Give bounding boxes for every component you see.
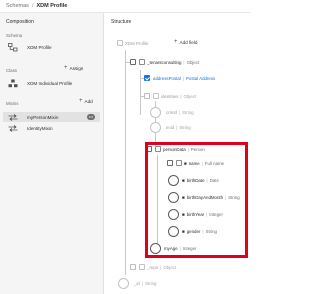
assign-class-button[interactable]: + Assign [64, 65, 84, 71]
mixin-label: myPersonMixin [27, 115, 59, 120]
field-name: _repo [147, 264, 159, 270]
tree-node-crmid[interactable]: crmId | String [166, 110, 194, 115]
assign-label: Assign [69, 66, 84, 71]
field-type: String [145, 281, 157, 286]
plus-icon: + [79, 98, 83, 104]
tree-node-id[interactable]: _id | String [134, 281, 156, 286]
breadcrumb-separator: / [31, 3, 34, 9]
field-radio[interactable] [118, 278, 129, 289]
field-name: crmId [166, 110, 177, 115]
mixin-item-identitymixin[interactable]: IdentityMixin [8, 125, 53, 132]
field-name: identities [161, 93, 179, 99]
structure-heading: Structure [111, 19, 132, 25]
expand-checkbox[interactable] [130, 59, 136, 65]
class-item[interactable]: XDM Individual Profile [8, 79, 72, 88]
schema-icon [8, 43, 18, 52]
composition-heading: Composition [6, 19, 34, 25]
tree-line [140, 70, 141, 115]
tree-line [125, 50, 126, 275]
tree-node-identities[interactable]: identities | Object [144, 93, 196, 99]
more-icon[interactable]: ••• [87, 114, 95, 120]
field-type: String [182, 110, 194, 115]
field-name: addressPostal [153, 75, 181, 81]
schema-heading: Schema [6, 33, 23, 38]
field-type: Object [163, 264, 177, 270]
field-type: Object [186, 59, 200, 65]
composition-panel: Composition Schema XDM Profile Class + A… [0, 13, 104, 294]
field-radio[interactable] [150, 122, 161, 133]
add-field-button[interactable]: + Add field [174, 39, 198, 45]
plus-icon: + [174, 39, 178, 45]
schema-icon [117, 40, 123, 46]
class-icon [8, 79, 18, 88]
class-heading: Class [6, 68, 17, 73]
field-type: Postal Address [185, 75, 216, 81]
highlight-box [145, 142, 248, 258]
object-icon [153, 93, 159, 99]
add-label: Add [84, 99, 93, 104]
tree-root[interactable]: XDM Profile [117, 40, 148, 46]
field-type: String [179, 125, 191, 130]
field-name: _id [134, 281, 140, 286]
field-name: ecid [166, 125, 175, 130]
root-label: XDM Profile [125, 40, 149, 46]
mixin-icon [8, 114, 18, 121]
object-icon [139, 264, 145, 270]
breadcrumb: Schemas / XDM Profile [0, 0, 250, 13]
plus-icon: + [64, 65, 68, 71]
class-name: XDM Individual Profile [27, 81, 73, 86]
mixins-heading: Mixins [6, 101, 19, 106]
object-icon [139, 59, 145, 65]
page-title: XDM Profile [36, 3, 68, 9]
tree-node-ecid[interactable]: ecid | String [166, 125, 191, 130]
schema-item[interactable]: XDM Profile [8, 43, 52, 52]
tree-node-tenant[interactable]: _tenantconsulting | Object [130, 59, 199, 65]
expand-checkbox[interactable] [144, 93, 150, 99]
mixin-icon [8, 125, 18, 132]
expand-checkbox[interactable] [130, 264, 136, 270]
add-field-label: Add field [179, 40, 198, 45]
field-type: Object [183, 93, 197, 99]
tree-node-addresspostal[interactable]: addressPostal | Postal Address [144, 75, 215, 81]
add-mixin-button[interactable]: + Add [79, 98, 93, 104]
mixin-item-mypersonmixin[interactable]: myPersonMixin [8, 114, 58, 121]
field-radio[interactable] [150, 107, 161, 118]
field-name: _tenantconsulting [147, 59, 182, 65]
breadcrumb-schemas-link[interactable]: Schemas [6, 3, 29, 9]
tree-node-repo[interactable]: _repo | Object [130, 264, 176, 270]
schema-name: XDM Profile [27, 45, 52, 50]
mixin-label: IdentityMixin [27, 126, 53, 131]
selected-checkbox[interactable] [144, 75, 150, 81]
